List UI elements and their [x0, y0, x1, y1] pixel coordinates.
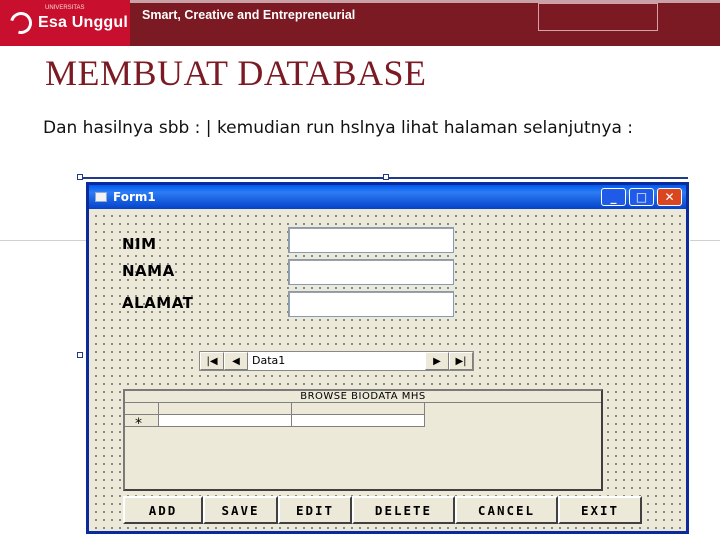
logo-swirl-icon: [5, 7, 37, 39]
edit-button[interactable]: EDIT: [278, 496, 352, 524]
university-logo: Esa Unggul UNIVERSITAS: [0, 0, 130, 46]
resize-handle[interactable]: [383, 174, 389, 180]
resize-handle[interactable]: [77, 174, 83, 180]
window-controls: _ □ ✕: [601, 188, 682, 206]
command-button-row: ADD SAVE EDIT DELETE CANCEL EXIT: [123, 496, 642, 524]
logo-text: Esa Unggul: [38, 14, 129, 31]
minimize-button[interactable]: _: [601, 188, 626, 206]
form-window: Form1 _ □ ✕ NIM NAMA ALAMAT |◀ ◀ Data1 ▶…: [86, 182, 689, 534]
label-nim: NIM: [122, 235, 157, 253]
alamat-input[interactable]: [288, 291, 454, 317]
close-button[interactable]: ✕: [657, 188, 682, 206]
background-divider: [690, 240, 720, 241]
grid-row-selector[interactable]: *: [125, 415, 159, 431]
form-titlebar[interactable]: Form1 _ □ ✕: [89, 185, 686, 209]
move-previous-button[interactable]: ◀: [224, 352, 248, 370]
grid-column-header[interactable]: [159, 403, 292, 415]
cancel-button[interactable]: CANCEL: [455, 496, 558, 524]
grid-caption: BROWSE BIODATA MHS: [125, 391, 601, 403]
add-button[interactable]: ADD: [123, 496, 203, 524]
slide-title: MEMBUAT DATABASE: [45, 53, 427, 93]
grid-new-row[interactable]: *: [125, 415, 425, 431]
save-button[interactable]: SAVE: [203, 496, 278, 524]
delete-button[interactable]: DELETE: [352, 496, 455, 524]
nama-input[interactable]: [288, 259, 454, 285]
move-next-button[interactable]: ▶: [425, 352, 449, 370]
label-nama: NAMA: [122, 262, 175, 280]
form-icon: [95, 192, 107, 202]
grid-cell[interactable]: [159, 415, 292, 427]
tagline: Smart, Creative and Entrepreneurial: [142, 8, 356, 22]
background-divider: [0, 240, 90, 241]
nim-input[interactable]: [288, 227, 454, 253]
exit-button[interactable]: EXIT: [558, 496, 642, 524]
data-grid[interactable]: BROWSE BIODATA MHS *: [123, 389, 603, 491]
resize-handle[interactable]: [77, 352, 83, 358]
grid-header-selector: [125, 403, 159, 415]
slide-body: Dan hasilnya sbb : | kemudian run hslnya…: [43, 118, 634, 138]
logo-small-text: UNIVERSITAS: [45, 5, 85, 11]
header-decoration-box: [538, 3, 658, 31]
data-control-caption: Data1: [248, 352, 425, 370]
form-client-area: NIM NAMA ALAMAT |◀ ◀ Data1 ▶ ▶| BROWSE B…: [89, 209, 686, 531]
label-alamat: ALAMAT: [122, 294, 194, 312]
new-row-marker: *: [135, 416, 142, 432]
form-title: Form1: [113, 190, 156, 204]
grid-cell[interactable]: [292, 415, 425, 427]
grid-column-header[interactable]: [292, 403, 425, 415]
move-last-button[interactable]: ▶|: [449, 352, 473, 370]
grid-header-row: [125, 403, 425, 415]
maximize-button[interactable]: □: [629, 188, 654, 206]
move-first-button[interactable]: |◀: [200, 352, 224, 370]
data-control: |◀ ◀ Data1 ▶ ▶|: [199, 351, 474, 371]
